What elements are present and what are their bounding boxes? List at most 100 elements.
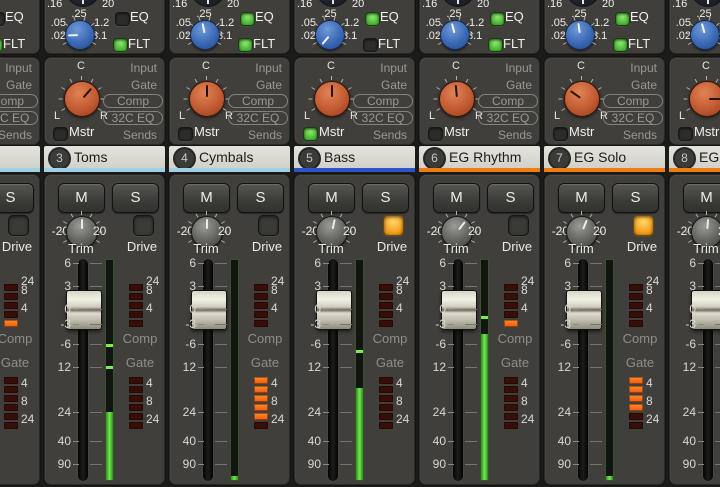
comp-meter-title: Comp — [372, 331, 408, 346]
gate-button[interactable]: Gate — [0, 78, 38, 92]
mstr-led[interactable] — [428, 127, 443, 141]
fader-scale-tick — [573, 464, 579, 465]
mstr-led[interactable] — [303, 127, 318, 141]
flt-enable-led[interactable] — [363, 38, 378, 52]
mute-button[interactable]: M — [308, 183, 355, 213]
gate-meter-title: Gate — [125, 355, 155, 370]
eq-enable-led[interactable] — [365, 12, 380, 26]
channel-name: Bass — [324, 149, 356, 165]
flt-enable-led[interactable] — [113, 38, 128, 52]
sends-button[interactable]: Sends — [353, 128, 413, 142]
pan-knob[interactable] — [433, 76, 480, 117]
eq-enable-led[interactable] — [615, 12, 630, 26]
32c-eq-button[interactable]: 32C EQ — [228, 111, 288, 125]
comp-button[interactable]: Comp — [353, 94, 413, 108]
32c-eq-button[interactable]: 32C EQ — [0, 111, 38, 125]
gate-button[interactable]: Gate — [353, 78, 413, 92]
gate-button[interactable]: Gate — [603, 78, 663, 92]
flt-enable-led[interactable] — [238, 38, 253, 52]
eq-enable-led[interactable] — [115, 12, 130, 26]
hf-knob[interactable] — [566, 0, 600, 7]
channel-header[interactable]: 5 Bass — [294, 146, 415, 172]
channel-header[interactable]: 3 Toms — [44, 146, 165, 172]
hf-knob[interactable] — [66, 0, 100, 7]
flt-enable-led[interactable] — [488, 38, 503, 52]
channel-header[interactable]: 6 EG Rhythm — [419, 146, 540, 172]
eq-scale-label: 1.2 — [94, 17, 110, 29]
gate-button[interactable]: Gate — [103, 78, 163, 92]
fader-scale-tick — [323, 464, 329, 465]
channel-header[interactable]: 8 EG L — [669, 146, 720, 172]
mstr-led[interactable] — [178, 127, 193, 141]
sends-button[interactable]: Sends — [228, 128, 288, 142]
solo-button[interactable]: S — [612, 183, 659, 213]
drive-button[interactable] — [133, 215, 154, 236]
hf-knob[interactable] — [191, 0, 225, 7]
channel-header[interactable]: 7 EG Solo — [544, 146, 665, 172]
mute-button[interactable]: M — [183, 183, 230, 213]
eq-freq-knob[interactable] — [60, 16, 99, 50]
32c-eq-button[interactable]: 32C EQ — [603, 111, 663, 125]
pan-knob[interactable] — [558, 76, 605, 117]
eq-freq-knob[interactable] — [435, 16, 474, 50]
drive-button[interactable] — [258, 215, 279, 236]
solo-button[interactable]: S — [237, 183, 284, 213]
hf-knob[interactable] — [316, 0, 350, 7]
input-button[interactable]: Input — [478, 61, 538, 75]
32c-eq-button[interactable]: 32C EQ — [478, 111, 538, 125]
sends-button[interactable]: Sends — [0, 128, 38, 142]
32c-eq-button[interactable]: 32C EQ — [103, 111, 163, 125]
pan-knob[interactable] — [683, 76, 720, 117]
flt-enable-led[interactable] — [613, 38, 628, 52]
mstr-led[interactable] — [553, 127, 568, 141]
pan-knob[interactable] — [58, 76, 105, 117]
32c-eq-button[interactable]: 32C EQ — [353, 111, 413, 125]
reduction-scale-label: 8 — [271, 283, 278, 297]
input-button[interactable]: Input — [603, 61, 663, 75]
gate-button[interactable]: Gate — [228, 78, 288, 92]
solo-button[interactable]: S — [487, 183, 534, 213]
mstr-led[interactable] — [678, 127, 693, 141]
comp-button[interactable]: Comp — [0, 94, 38, 108]
input-button[interactable]: Input — [103, 61, 163, 75]
drive-button[interactable] — [8, 215, 29, 236]
input-button[interactable]: Input — [0, 61, 38, 75]
sends-button[interactable]: Sends — [603, 128, 663, 142]
comp-button[interactable]: Comp — [103, 94, 163, 108]
input-button[interactable]: Input — [228, 61, 288, 75]
drive-button[interactable] — [383, 215, 404, 236]
channel-header[interactable] — [0, 146, 40, 172]
pan-knob[interactable] — [183, 76, 230, 117]
fader-scale-label: 90 — [432, 457, 446, 471]
hf-knob[interactable] — [441, 0, 475, 7]
mute-button[interactable]: M — [433, 183, 480, 213]
reduction-scale-label: 4 — [21, 301, 28, 315]
drive-button[interactable] — [633, 215, 654, 236]
comp-button[interactable]: Comp — [228, 94, 288, 108]
solo-button[interactable]: S — [112, 183, 159, 213]
solo-button[interactable]: S — [0, 183, 34, 213]
mute-button[interactable]: M — [558, 183, 605, 213]
gate-button[interactable]: Gate — [478, 78, 538, 92]
comp-meter-segment — [379, 284, 393, 291]
comp-button[interactable]: Comp — [478, 94, 538, 108]
eq-freq-knob[interactable] — [310, 16, 349, 50]
eq-freq-knob[interactable] — [560, 16, 599, 50]
mstr-led[interactable] — [53, 127, 68, 141]
drive-button[interactable] — [508, 215, 529, 236]
hf-knob[interactable] — [691, 0, 720, 7]
eq-enable-led[interactable] — [490, 12, 505, 26]
mute-button[interactable]: M — [58, 183, 105, 213]
channel-header[interactable]: 4 Cymbals — [169, 146, 290, 172]
mute-button[interactable]: M — [683, 183, 720, 213]
fader-scale-label: -6 — [435, 337, 446, 351]
comp-button[interactable]: Comp — [603, 94, 663, 108]
eq-enable-led[interactable] — [240, 12, 255, 26]
pan-knob[interactable] — [308, 76, 355, 117]
sends-button[interactable]: Sends — [478, 128, 538, 142]
input-button[interactable]: Input — [353, 61, 413, 75]
sends-button[interactable]: Sends — [103, 128, 163, 142]
eq-freq-knob[interactable] — [685, 16, 720, 50]
solo-button[interactable]: S — [362, 183, 409, 213]
eq-freq-knob[interactable] — [185, 16, 224, 50]
